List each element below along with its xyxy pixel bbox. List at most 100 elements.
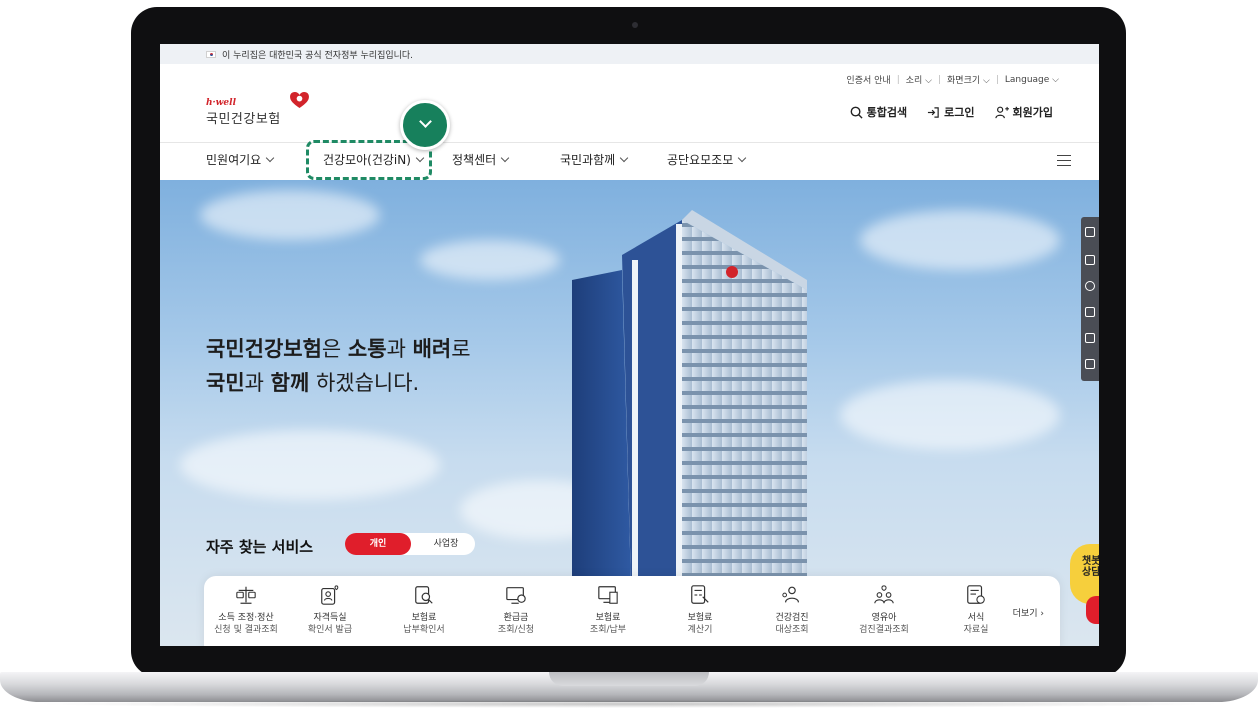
sound-select[interactable]: 소리 ⌵ bbox=[906, 73, 932, 86]
service-sublabel: 신청 및 결과조회 bbox=[214, 625, 278, 635]
logo-title: 국민건강보험 bbox=[206, 112, 281, 127]
webcam bbox=[632, 22, 638, 28]
service-type-toggle: 개인 사업장 bbox=[345, 533, 475, 555]
document-search-icon bbox=[415, 586, 433, 604]
service-item[interactable]: 환급금 조회/신청 bbox=[476, 584, 556, 636]
tab-business[interactable]: 사업장 bbox=[421, 533, 471, 555]
service-item[interactable]: 서식 자료실 bbox=[936, 584, 1016, 636]
user-add-icon bbox=[994, 106, 1009, 118]
hero-text: 은 bbox=[321, 337, 348, 361]
quick-copy-icon[interactable] bbox=[1085, 359, 1095, 369]
nav-label: 국민과함께 bbox=[560, 153, 616, 167]
hero-text-bold: 국민건강보험 bbox=[206, 337, 322, 361]
heart-logo-icon bbox=[290, 92, 309, 109]
cloud bbox=[860, 210, 1060, 270]
cloud bbox=[180, 430, 440, 500]
top-actions: 통합검색 로그인 회원가입 bbox=[850, 104, 1053, 120]
cloud bbox=[840, 380, 1060, 450]
quick-book-icon[interactable] bbox=[1085, 333, 1095, 343]
main-nav: 민원여기요 건강모아(건강iN) 정책센터 국민과함께 공단요모조모 bbox=[160, 142, 1099, 180]
hero-text-bold: 소통 bbox=[347, 337, 387, 361]
hero-banner: 국민건강보험은 소통과 배려로 국민과 함께 하겠습니다. 자주 찾는 서비스 … bbox=[160, 180, 1099, 646]
form-icon bbox=[967, 585, 985, 604]
person-heart-icon bbox=[321, 585, 339, 605]
sound-label: 소리 bbox=[905, 76, 923, 86]
service-item[interactable]: 보험료 조회/납부 bbox=[568, 584, 648, 636]
service-label: 자격득실 bbox=[313, 613, 347, 623]
quick-menu-bar bbox=[1081, 217, 1099, 381]
hero-text: 하겠습니다. bbox=[309, 371, 420, 395]
chatbot-label: 챗봇 bbox=[1082, 556, 1099, 567]
service-item[interactable]: 소득 조정·정산 신청 및 결과조회 bbox=[206, 584, 286, 636]
more-button[interactable]: 더보기 › bbox=[1013, 606, 1044, 619]
cloud bbox=[420, 240, 560, 280]
gov-banner-text: 이 누리집은 대한민국 공식 전자정부 누리집입니다. bbox=[222, 50, 414, 61]
hero-headline: 국민건강보험은 소통과 배려로 국민과 함께 하겠습니다. bbox=[206, 332, 471, 400]
nav-label: 정책센터 bbox=[452, 153, 497, 167]
calculator-icon bbox=[691, 585, 709, 604]
nav-item-policy[interactable]: 정책센터 bbox=[452, 151, 510, 168]
screen-size-select[interactable]: 화면크기 ⌵ bbox=[947, 73, 990, 86]
service-sublabel: 계산기 bbox=[687, 625, 713, 635]
quick-services-panel: 소득 조정·정산 신청 및 결과조회 자격득실 확인서 발급 보험료 납부확인서… bbox=[204, 576, 1060, 646]
service-sublabel: 확인서 발급 bbox=[307, 625, 353, 635]
service-item[interactable]: 자격득실 확인서 발급 bbox=[290, 584, 370, 636]
nav-item-minwon[interactable]: 민원여기요 bbox=[206, 151, 275, 168]
chevron-down-icon bbox=[619, 153, 629, 162]
login-button[interactable]: 로그인 bbox=[927, 104, 975, 120]
service-label: 건강검진 bbox=[775, 613, 809, 623]
divider: | bbox=[896, 74, 900, 85]
login-icon bbox=[928, 106, 939, 118]
quick-doc-icon[interactable] bbox=[1085, 227, 1095, 237]
chevron-down-icon bbox=[500, 153, 510, 162]
hero-text-bold: 함께 bbox=[270, 371, 310, 395]
service-item[interactable]: 보험료 납부확인서 bbox=[384, 584, 464, 636]
hero-text-bold: 국민 bbox=[206, 371, 245, 395]
chatbot-button[interactable]: 챗봇 상담 bbox=[1070, 544, 1099, 604]
laptop-notch bbox=[549, 672, 709, 686]
quick-lock-icon[interactable] bbox=[1085, 307, 1095, 317]
monitor-doc-icon bbox=[598, 586, 618, 604]
chevron-down-icon bbox=[738, 153, 747, 162]
quick-monitor-icon[interactable] bbox=[1085, 255, 1095, 265]
hamburger-menu-icon[interactable] bbox=[1057, 155, 1071, 166]
service-item[interactable]: 영유아 검진결과조회 bbox=[844, 584, 924, 636]
service-label: 보험료 bbox=[411, 613, 437, 623]
chatbot-label: 상담 bbox=[1082, 567, 1099, 578]
family-heart-icon bbox=[874, 585, 894, 604]
divider: | bbox=[995, 74, 999, 85]
hero-text: 과 bbox=[386, 337, 413, 361]
quick-phone-icon[interactable] bbox=[1085, 281, 1095, 291]
search-button[interactable]: 통합검색 bbox=[850, 104, 907, 120]
language-select[interactable]: Language ⌵ bbox=[1005, 75, 1059, 85]
nav-item-about[interactable]: 공단요모조모 bbox=[667, 151, 747, 168]
screen-size-label: 화면크기 bbox=[947, 76, 981, 86]
site-logo[interactable]: h·well 국민건강보험 bbox=[206, 92, 309, 127]
login-label: 로그인 bbox=[944, 106, 975, 119]
service-sublabel: 검진결과조회 bbox=[859, 625, 909, 635]
chevron-down-icon bbox=[265, 153, 275, 162]
join-button[interactable]: 회원가입 bbox=[994, 104, 1053, 120]
scroll-top-button[interactable] bbox=[1086, 596, 1099, 624]
hero-text: 과 bbox=[244, 371, 271, 395]
hero-text: 로 bbox=[451, 337, 471, 361]
nav-item-together[interactable]: 국민과함께 bbox=[560, 151, 629, 168]
service-sublabel: 납부확인서 bbox=[403, 625, 445, 635]
service-label: 보험료 bbox=[687, 613, 713, 623]
hero-text-bold: 배려 bbox=[412, 337, 452, 361]
service-item[interactable]: 보험료 계산기 bbox=[660, 584, 740, 636]
service-label: 소득 조정·정산 bbox=[218, 613, 274, 623]
cloud bbox=[200, 190, 380, 240]
service-label: 환급금 bbox=[503, 613, 529, 623]
tab-personal[interactable]: 개인 bbox=[345, 533, 411, 555]
cert-guide-link[interactable]: 인증서 안내 bbox=[846, 73, 890, 86]
service-label: 서식 bbox=[967, 613, 985, 623]
gov-banner: 이 누리집은 대한민국 공식 전자정부 누리집입니다. bbox=[160, 44, 1099, 64]
service-item[interactable]: 건강검진 대상조회 bbox=[752, 584, 832, 636]
dropdown-indicator-icon bbox=[400, 100, 450, 150]
hero-line-2: 국민과 함께 하겠습니다. bbox=[206, 366, 471, 400]
divider: | bbox=[937, 74, 942, 85]
service-label: 영유아 bbox=[871, 613, 897, 623]
nav-label: 공단요모조모 bbox=[667, 153, 734, 167]
service-sublabel: 대상조회 bbox=[775, 625, 809, 635]
